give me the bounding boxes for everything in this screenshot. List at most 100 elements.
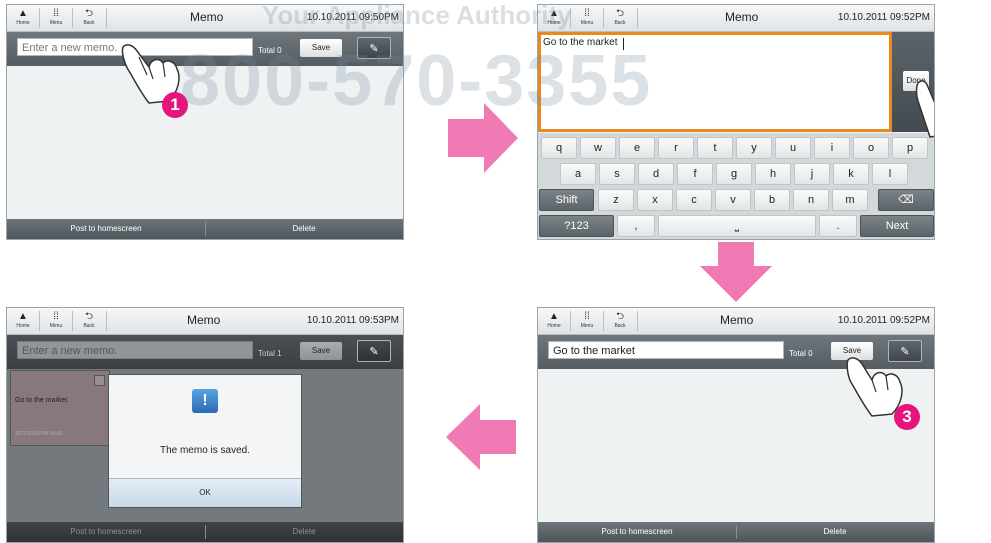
top-bar: ▲ Home ⁞⁞ Menu ⮌ Back Memo 10.10.2011 09:52…: [538, 308, 934, 335]
back-button[interactable]: ⮌ Back: [606, 310, 634, 332]
comma-key[interactable]: ,: [617, 215, 655, 237]
memo-card-checkbox[interactable]: [94, 375, 105, 386]
backspace-key[interactable]: ⌫: [878, 189, 934, 211]
back-arrow-icon: ⮌: [615, 311, 624, 322]
key-w[interactable]: w: [580, 137, 616, 159]
menu-grid-icon: ⁞⁞: [584, 8, 590, 19]
back-arrow-icon: ⮌: [615, 8, 624, 19]
memo-card[interactable]: Go to the market 2011/10/10 PM 09:53: [10, 370, 110, 446]
post-to-homescreen-button[interactable]: Post to homescreen: [7, 522, 205, 542]
memo-card-date: 2011/10/10 PM 09:53: [15, 431, 63, 437]
key-r[interactable]: r: [658, 137, 694, 159]
home-icon: ▲: [549, 8, 559, 19]
screen-empty-memo: ▲ Home ⁞⁞ Menu ⮌ Back Memo 10.10.2011 09:50…: [6, 4, 404, 240]
home-button[interactable]: ▲ Home: [540, 7, 568, 29]
save-button[interactable]: Save: [300, 342, 342, 360]
post-to-homescreen-button[interactable]: Post to homescreen: [538, 522, 736, 542]
memo-card-text: Go to the market: [15, 397, 68, 404]
new-memo-input[interactable]: Enter a new memo.: [17, 341, 253, 359]
screen-typing-memo: ▲ Home ⁞⁞ Menu ⮌ Back Memo 10.10.2011 09:52…: [537, 4, 935, 240]
datetime: 10.10.2011 09:50PM: [306, 12, 399, 23]
page-title: Memo: [190, 10, 224, 24]
space-key[interactable]: ⎵: [658, 215, 816, 237]
memo-text: Go to the market: [543, 37, 618, 48]
page-title: Memo: [725, 10, 759, 24]
memo-total: Total 0: [789, 349, 813, 358]
menu-grid-icon: ⁞⁞: [53, 311, 59, 322]
new-memo-input[interactable]: Go to the market: [548, 341, 784, 359]
home-button[interactable]: ▲ Home: [9, 310, 37, 332]
top-bar: ▲ Home ⁞⁞ Menu ⮌ Back Memo 10.10.2011 09:53…: [7, 308, 403, 335]
key-l[interactable]: l: [872, 163, 908, 185]
key-f[interactable]: f: [677, 163, 713, 185]
back-arrow-icon: ⮌: [84, 8, 93, 19]
step-badge-3: 3: [894, 404, 920, 430]
period-key[interactable]: .: [819, 215, 857, 237]
home-icon: ▲: [549, 311, 559, 322]
edit-button[interactable]: ✎: [357, 340, 391, 362]
screen-memo-saved: ▲ Home ⁞⁞ Menu ⮌ Back Memo 10.10.2011 09:53…: [6, 307, 404, 543]
edit-button[interactable]: ✎: [357, 37, 391, 59]
delete-button[interactable]: Delete: [205, 219, 403, 239]
menu-grid-icon: ⁞⁞: [53, 8, 59, 19]
pencil-icon: ✎: [369, 43, 379, 55]
key-g[interactable]: g: [716, 163, 752, 185]
key-k[interactable]: k: [833, 163, 869, 185]
menu-button[interactable]: ⁞⁞ Menu: [573, 7, 601, 29]
next-key[interactable]: Next: [860, 215, 934, 237]
key-d[interactable]: d: [638, 163, 674, 185]
post-to-homescreen-button[interactable]: Post to homescreen: [7, 219, 205, 239]
key-a[interactable]: a: [560, 163, 596, 185]
home-icon: ▲: [18, 311, 28, 322]
key-v[interactable]: v: [715, 189, 751, 211]
save-button[interactable]: Save: [300, 39, 342, 57]
key-p[interactable]: p: [892, 137, 928, 159]
key-z[interactable]: z: [598, 189, 634, 211]
key-b[interactable]: b: [754, 189, 790, 211]
back-button[interactable]: ⮌ Back: [75, 310, 103, 332]
menu-button[interactable]: ⁞⁞ Menu: [42, 7, 70, 29]
ok-button[interactable]: OK: [109, 478, 301, 507]
memo-total: Total 1: [258, 349, 282, 358]
back-button[interactable]: ⮌ Back: [606, 7, 634, 29]
hand-pointer-icon: [915, 80, 934, 138]
symbols-key[interactable]: ?123: [539, 215, 614, 237]
key-j[interactable]: j: [794, 163, 830, 185]
datetime: 10.10.2011 09:52PM: [837, 12, 930, 23]
key-s[interactable]: s: [599, 163, 635, 185]
key-h[interactable]: h: [755, 163, 791, 185]
page-title: Memo: [187, 313, 221, 327]
menu-button[interactable]: ⁞⁞ Menu: [42, 310, 70, 332]
memo-text-area[interactable]: Go to the market: [538, 32, 892, 132]
key-y[interactable]: y: [736, 137, 772, 159]
key-o[interactable]: o: [853, 137, 889, 159]
arrow-down-icon: [700, 242, 772, 302]
screen-memo-entered: ▲ Home ⁞⁞ Menu ⮌ Back Memo 10.10.2011 09:52…: [537, 307, 935, 543]
key-u[interactable]: u: [775, 137, 811, 159]
pencil-icon: ✎: [369, 346, 379, 358]
shift-key[interactable]: Shift: [539, 189, 594, 211]
delete-button[interactable]: Delete: [205, 522, 403, 542]
arrow-right-icon: [448, 103, 518, 173]
delete-button[interactable]: Delete: [736, 522, 934, 542]
back-button[interactable]: ⮌ Back: [75, 7, 103, 29]
arrow-left-icon: [446, 404, 516, 470]
key-n[interactable]: n: [793, 189, 829, 211]
top-bar: ▲ Home ⁞⁞ Menu ⮌ Back Memo 10.10.2011 09:52…: [538, 5, 934, 32]
key-m[interactable]: m: [832, 189, 868, 211]
top-bar: ▲ Home ⁞⁞ Menu ⮌ Back Memo 10.10.2011 09:50…: [7, 5, 403, 32]
key-x[interactable]: x: [637, 189, 673, 211]
memo-total: Total 0: [258, 46, 282, 55]
home-button[interactable]: ▲ Home: [9, 7, 37, 29]
home-button[interactable]: ▲ Home: [540, 310, 568, 332]
key-t[interactable]: t: [697, 137, 733, 159]
key-e[interactable]: e: [619, 137, 655, 159]
step-badge-1: 1: [162, 92, 188, 118]
page-title: Memo: [720, 313, 754, 327]
key-c[interactable]: c: [676, 189, 712, 211]
menu-button[interactable]: ⁞⁞ Menu: [573, 310, 601, 332]
saved-dialog: ! The memo is saved. OK: [108, 374, 302, 508]
key-q[interactable]: q: [541, 137, 577, 159]
datetime: 10.10.2011 09:53PM: [306, 315, 399, 326]
key-i[interactable]: i: [814, 137, 850, 159]
